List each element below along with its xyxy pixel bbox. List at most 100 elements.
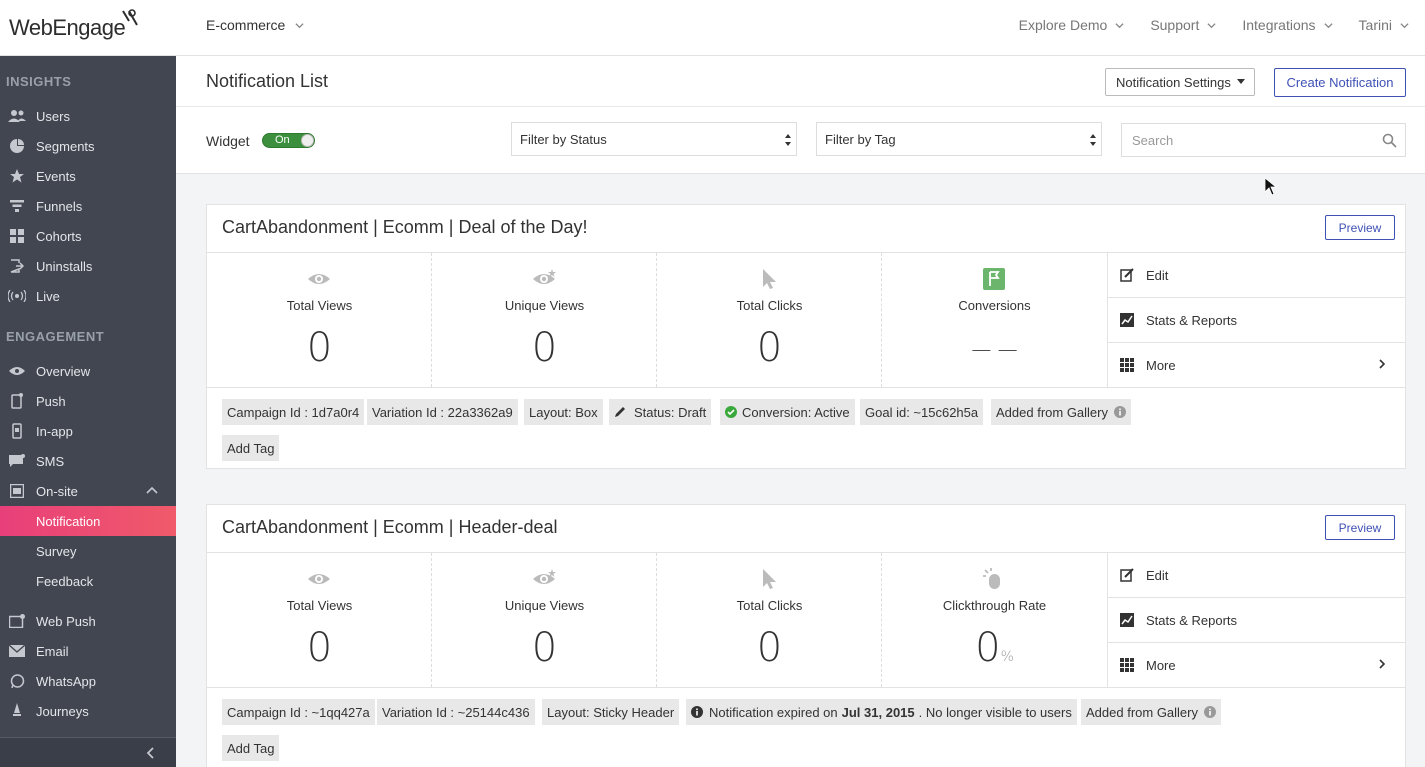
edit-icon — [1120, 268, 1134, 282]
sidebar-item-journeys[interactable]: Journeys — [0, 696, 176, 726]
sidebar-item-email[interactable]: Email — [0, 636, 176, 666]
filter-by-tag-select[interactable]: Filter by Tag — [816, 122, 1102, 156]
push-icon — [8, 392, 26, 410]
search-placeholder: Search — [1132, 132, 1174, 148]
variation-id-tag: Variation Id : 22a3362a9 — [367, 399, 518, 425]
sidebar-item-users[interactable]: Users — [0, 101, 176, 131]
info-icon[interactable] — [1204, 706, 1216, 718]
sidebar-item-cohorts[interactable]: Cohorts — [0, 221, 176, 251]
notification-settings-button[interactable]: Notification Settings — [1105, 68, 1255, 96]
info-icon[interactable] — [1114, 406, 1126, 418]
metric-clickthrough-rate: Clickthrough Rate 0% — [882, 553, 1107, 687]
sidebar-item-live[interactable]: Live — [0, 281, 176, 311]
sidebar-item-label: Segments — [36, 138, 95, 154]
metric-label: Total Clicks — [736, 298, 803, 313]
gallery-tag: Added from Gallery — [1081, 699, 1221, 725]
nav-user-menu[interactable]: Tarini — [1359, 17, 1409, 33]
caret-down-icon — [1236, 79, 1245, 84]
mouse-click-icon — [983, 568, 1000, 589]
widget-toggle[interactable]: On — [262, 133, 315, 148]
edit-action[interactable]: Edit — [1108, 253, 1406, 298]
chevron-down-icon — [1400, 22, 1409, 28]
metric-total-views: Total Views 0 — [207, 553, 432, 687]
engagement-section-title: ENGAGEMENT — [6, 329, 105, 344]
sidebar-item-push[interactable]: Push — [0, 386, 176, 416]
metric-label: Total Views — [286, 598, 353, 613]
action-label: More — [1146, 657, 1176, 673]
nav-support[interactable]: Support — [1150, 17, 1216, 33]
conversion-text: Conversion: Active — [742, 404, 850, 420]
sidebar-item-on-site[interactable]: On-site — [0, 476, 176, 506]
webengage-logo[interactable]: WebEngage — [9, 9, 138, 41]
status-text: Status: Draft — [634, 404, 707, 420]
more-action[interactable]: More — [1108, 643, 1406, 687]
create-notification-button[interactable]: Create Notification — [1274, 68, 1406, 97]
project-selector[interactable]: E-commerce — [206, 17, 304, 33]
sidebar-item-overview[interactable]: Overview — [0, 356, 176, 386]
sidebar-item-label: Overview — [36, 363, 91, 379]
campaign-id-tag: Campaign Id : ~1qq427a — [222, 699, 375, 725]
grid-icon — [8, 227, 26, 245]
nav-explore-demo[interactable]: Explore Demo — [1019, 17, 1125, 33]
metric-value: 0 — [756, 325, 783, 371]
add-tag-button[interactable]: Add Tag — [222, 435, 280, 461]
chevron-down-icon — [295, 22, 304, 28]
eye-star-icon — [533, 269, 556, 284]
sidebar-item-web-push[interactable]: Web Push — [0, 606, 176, 636]
metric-value-wrap: 0% — [882, 625, 1107, 671]
star-icon — [8, 167, 26, 185]
sidebar-item-uninstalls[interactable]: Uninstalls — [0, 251, 176, 281]
notification-card: CartAbandonment | Ecomm | Header-deal Pr… — [206, 504, 1406, 767]
card-title[interactable]: CartAbandonment | Ecomm | Deal of the Da… — [222, 217, 588, 238]
metrics-row: Total Views 0 Unique Views 0 Total Click… — [207, 252, 1107, 388]
sidebar-item-notification[interactable]: Notification — [0, 506, 176, 536]
sidebar-item-sms[interactable]: SMS — [0, 446, 176, 476]
sidebar-item-label: On-site — [36, 483, 78, 499]
nav-label: Explore Demo — [1018, 17, 1108, 33]
actions-panel: Edit Stats & Reports More — [1107, 552, 1406, 688]
metric-value: 0 — [975, 625, 1001, 671]
sidebar-item-label: WhatsApp — [36, 673, 96, 689]
more-action[interactable]: More — [1108, 343, 1406, 387]
phone-icon — [8, 422, 26, 440]
nav-integrations[interactable]: Integrations — [1242, 17, 1333, 33]
sidebar-item-segments[interactable]: Segments — [0, 131, 176, 161]
settings-label: Notification Settings — [1116, 74, 1231, 90]
search-input[interactable]: Search — [1121, 123, 1406, 157]
broadcast-icon — [8, 287, 26, 305]
metric-total-clicks: Total Clicks 0 — [657, 553, 882, 687]
search-icon — [1382, 133, 1397, 148]
stats-reports-action[interactable]: Stats & Reports — [1108, 598, 1406, 643]
sidebar-collapse-button[interactable] — [0, 737, 176, 767]
insights-section-title: INSIGHTS — [6, 74, 72, 89]
sidebar-item-whatsapp[interactable]: WhatsApp — [0, 666, 176, 696]
sidebar-item-events[interactable]: Events — [0, 161, 176, 191]
sidebar-item-in-app[interactable]: In-app — [0, 416, 176, 446]
filter-by-status-select[interactable]: Filter by Status — [511, 122, 797, 156]
mouse-pointer-icon — [1265, 178, 1277, 196]
preview-button[interactable]: Preview — [1325, 515, 1395, 540]
sidebar-item-feedback[interactable]: Feedback — [0, 566, 176, 596]
card-title[interactable]: CartAbandonment | Ecomm | Header-deal — [222, 517, 558, 538]
sms-icon — [8, 452, 26, 470]
onsite-icon — [8, 482, 26, 500]
add-tag-button[interactable]: Add Tag — [222, 735, 280, 761]
nav-label: Tarini — [1358, 17, 1392, 33]
preview-button[interactable]: Preview — [1325, 215, 1395, 240]
page-header: Notification List Notification Settings … — [176, 56, 1425, 174]
pie-icon — [8, 137, 26, 155]
sidebar-item-label: Funnels — [36, 198, 83, 214]
gallery-tag: Added from Gallery — [991, 399, 1131, 425]
select-arrows-icon — [1090, 134, 1096, 146]
metric-value: 0 — [531, 325, 558, 371]
journey-icon — [8, 702, 26, 720]
stats-reports-action[interactable]: Stats & Reports — [1108, 298, 1406, 343]
grid-icon — [1120, 358, 1134, 372]
top-bar: WebEngage E-commerce Explore Demo Suppor… — [0, 0, 1425, 56]
percent-unit: % — [1000, 649, 1014, 665]
sidebar-item-funnels[interactable]: Funnels — [0, 191, 176, 221]
sidebar-item-survey[interactable]: Survey — [0, 536, 176, 566]
toggle-label: On — [275, 134, 290, 146]
edit-action[interactable]: Edit — [1108, 553, 1406, 598]
eye-star-icon — [533, 569, 556, 584]
